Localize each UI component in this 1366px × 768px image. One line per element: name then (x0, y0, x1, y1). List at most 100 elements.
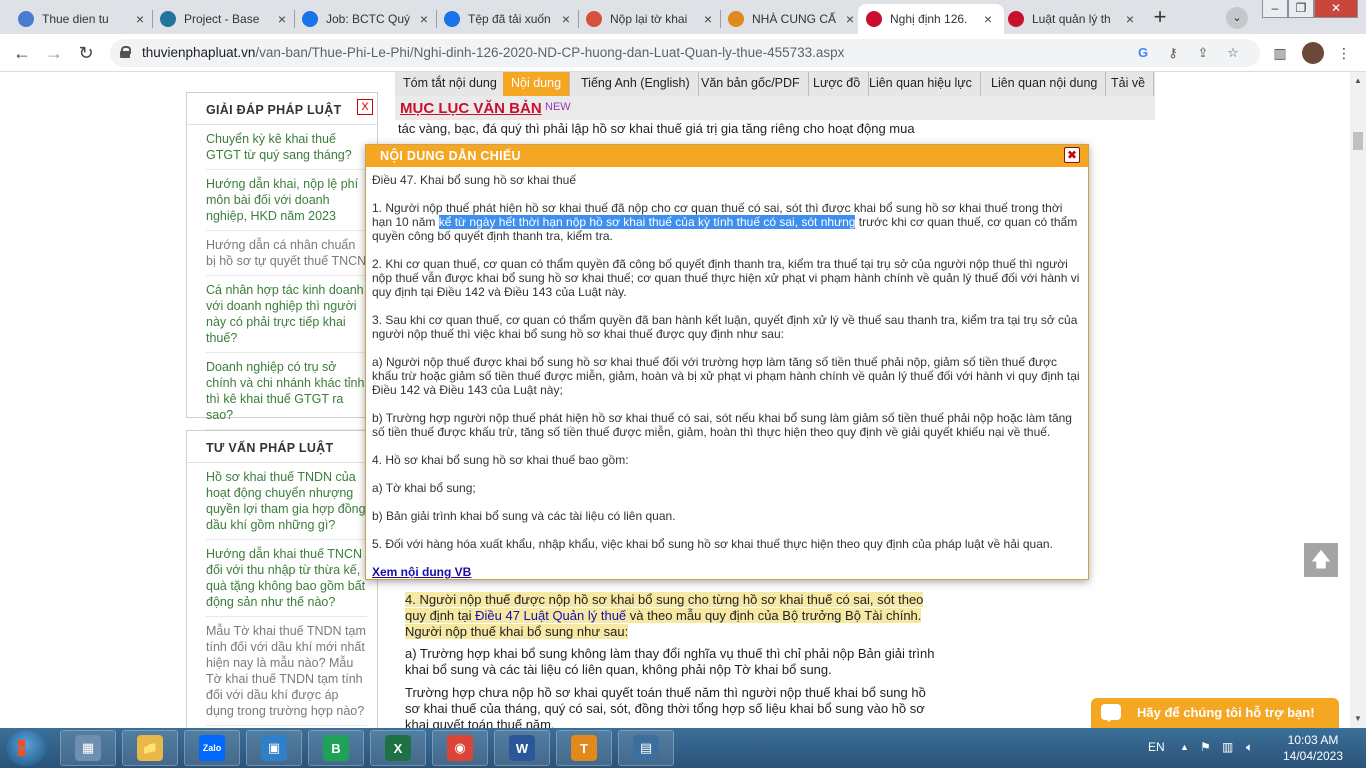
maximize-button[interactable]: ❐ (1288, 0, 1314, 18)
browser-toolbar: ← → ↻ thuvienphapluat.vn/van-ban/Thue-Ph… (0, 34, 1366, 72)
faq-item[interactable]: Hướng dẫn cá nhân chuẩn bị hồ sơ tự quyế… (206, 231, 367, 276)
faq-item[interactable]: Doanh nghiệp có trụ sở chính và chi nhán… (206, 353, 367, 430)
word-icon: W (509, 735, 535, 761)
scroll-thumb[interactable] (1353, 132, 1363, 150)
show-hidden-icons[interactable]: ▲ (1180, 742, 1189, 752)
faq-close-button[interactable]: X (357, 99, 373, 115)
scroll-down-icon[interactable]: ▼ (1353, 714, 1363, 723)
profile-avatar[interactable] (1302, 42, 1324, 64)
browser-tab-title: Tệp đã tải xuốn (468, 12, 551, 26)
doc-item-4: 4. Người nộp thuế được nộp hồ sơ khai bổ… (405, 592, 924, 639)
taskbar-app[interactable]: Zalo (184, 730, 240, 766)
browser-tab[interactable]: Job: BCTC Quý × (294, 4, 440, 34)
document-tab[interactable]: Tải về (1103, 72, 1155, 96)
bookmark-star-icon[interactable]: ☆ (1224, 44, 1242, 62)
key-icon[interactable]: ⚷ (1164, 44, 1182, 62)
remote-desktop-icon: ▣ (261, 735, 287, 761)
document-tab[interactable]: Tóm tắt nội dung (395, 72, 506, 96)
close-icon[interactable]: × (274, 11, 290, 27)
volume-icon[interactable]: 🔈︎ (1246, 740, 1253, 755)
network-icon[interactable]: ▥ (1222, 740, 1233, 754)
document-tab[interactable]: Nội dung (503, 72, 571, 96)
start-button[interactable] (6, 730, 46, 766)
browser-tab[interactable]: Project - Base × (152, 4, 298, 34)
close-icon[interactable]: × (700, 11, 716, 27)
scroll-up-icon[interactable]: ▲ (1353, 76, 1363, 85)
tvpl-icon (866, 11, 882, 27)
faq-item[interactable]: Cá nhân hợp tác kinh doanh với doanh ngh… (206, 276, 367, 353)
back-to-top-button[interactable]: 🡅 (1303, 542, 1339, 578)
advice-item[interactable]: Mẫu Tờ khai thuế TNDN tạm tính đối với d… (206, 617, 367, 726)
dialog-close-button[interactable]: ✖ (1064, 147, 1080, 163)
browser-tab[interactable]: NHÀ CUNG CẤ × (720, 4, 866, 34)
globe-icon (18, 11, 34, 27)
document-tab[interactable]: Lược đồ (805, 72, 870, 96)
close-icon[interactable]: × (842, 11, 858, 27)
new-tab-button[interactable]: + (1146, 4, 1174, 32)
close-icon[interactable]: × (558, 11, 574, 27)
browser-menu-icon[interactable]: ⋮ (1334, 43, 1354, 63)
page-scrollbar[interactable]: ▲ ▼ (1350, 72, 1366, 728)
window-close-button[interactable]: ✕ (1314, 0, 1358, 18)
browser-tab[interactable]: Nghị định 126. × (858, 4, 1004, 34)
browser-tab-title: Nghị định 126. (890, 12, 968, 26)
close-icon[interactable]: × (132, 11, 148, 27)
network-flag-icon[interactable]: ⚑ (1200, 740, 1211, 754)
support-chat-button[interactable]: Hãy để chúng tôi hỗ trợ bạn! (1091, 698, 1339, 728)
article-heading: Điều 47. Khai bổ sung hồ sơ khai thuế (372, 173, 577, 187)
browser-tab[interactable]: Tệp đã tải xuốn × (436, 4, 582, 34)
browser-tab[interactable]: Thue dien tu × (10, 4, 156, 34)
tab-search-button[interactable]: ⌄ (1226, 7, 1248, 29)
clause-3: 3. Sau khi cơ quan thuế, cơ quan có thẩm… (372, 313, 1078, 341)
document-tab[interactable]: Tiếng Anh (English) (573, 72, 699, 96)
toc-link[interactable]: MỤC LỤC VĂN BẢN (400, 100, 542, 117)
minimize-button[interactable]: – (1262, 0, 1288, 18)
document-tab[interactable]: Liên quan nội dung (983, 72, 1107, 96)
faq-item[interactable]: Chuyển kỳ kê khai thuế GTGT từ quý sang … (206, 125, 367, 170)
close-icon[interactable]: × (1122, 11, 1138, 27)
back-icon[interactable]: ← (10, 42, 34, 64)
advice-item[interactable]: Hướng dẫn khai thuế TNCN đối với thu nhậ… (206, 540, 367, 617)
tax-icon (586, 11, 602, 27)
windows-taskbar: ▦ 📁 Zalo ▣ B X ◉ W T ▤ EN ▲ ⚑ ▥ 🔈︎ 10:03 AM 14/04… (0, 728, 1366, 768)
download-icon (444, 11, 460, 27)
supplier-app-icon: T (571, 735, 597, 761)
taskbar-app[interactable]: W (494, 730, 550, 766)
faq-item[interactable]: Hướng dẫn khai, nộp lệ phí môn bài đối v… (206, 170, 367, 231)
share-icon[interactable]: ⇪ (1194, 44, 1212, 62)
taskbar-app[interactable]: ▣ (246, 730, 302, 766)
browser-tab-title: Job: BCTC Quý (326, 12, 411, 26)
taskbar-app[interactable]: ◉ (432, 730, 488, 766)
job-icon (302, 11, 318, 27)
taskbar-app[interactable]: T (556, 730, 612, 766)
google-translate-icon[interactable]: G (1134, 44, 1152, 62)
document-tabs: Tóm tắt nội dung Nội dung Tiếng Anh (Engli… (395, 72, 1155, 96)
lock-icon[interactable] (120, 46, 131, 58)
language-indicator[interactable]: EN (1148, 740, 1165, 754)
browser-tab[interactable]: Nộp lại tờ khai × (578, 4, 724, 34)
browser-tab[interactable]: Luật quản lý th × (1000, 4, 1146, 34)
taskbar-app[interactable]: X (370, 730, 426, 766)
new-badge-icon: NEW (545, 101, 571, 113)
reload-icon[interactable]: ↻ (74, 42, 98, 64)
taskbar-app[interactable]: ▤ (618, 730, 674, 766)
taskbar-app[interactable]: B (308, 730, 364, 766)
address-bar[interactable]: thuvienphapluat.vn/van-ban/Thue-Phi-Le-P… (110, 39, 1260, 67)
document-tab[interactable]: Liên quan hiệu lực (861, 72, 981, 96)
close-icon[interactable]: × (416, 11, 432, 27)
article-47-link[interactable]: Điều 47 Luật Quản lý thuế (475, 608, 626, 623)
taskbar-app[interactable]: 📁 (122, 730, 178, 766)
view-document-link[interactable]: Xem nội dung VB (372, 565, 471, 579)
url-text[interactable]: thuvienphapluat.vn/van-ban/Thue-Phi-Le-P… (142, 45, 844, 60)
taskbar-app[interactable]: ▦ (60, 730, 116, 766)
document-tab[interactable]: Văn bản gốc/PDF (693, 72, 809, 96)
forward-icon[interactable]: → (42, 42, 66, 64)
advice-item[interactable]: Hồ sơ khai thuế TNDN của hoạt động chuyể… (206, 463, 367, 540)
close-icon[interactable]: × (980, 11, 996, 27)
browser-tab-title: Project - Base (184, 12, 260, 26)
excel-icon: X (385, 735, 411, 761)
browser-tab-title: Luật quản lý th (1032, 12, 1111, 26)
side-panel-icon[interactable]: ▥ (1270, 43, 1290, 63)
dialog-title: NỘI DUNG DẪN CHIẾU (366, 145, 1088, 167)
clock[interactable]: 10:03 AM 14/04/2023 (1278, 732, 1348, 764)
